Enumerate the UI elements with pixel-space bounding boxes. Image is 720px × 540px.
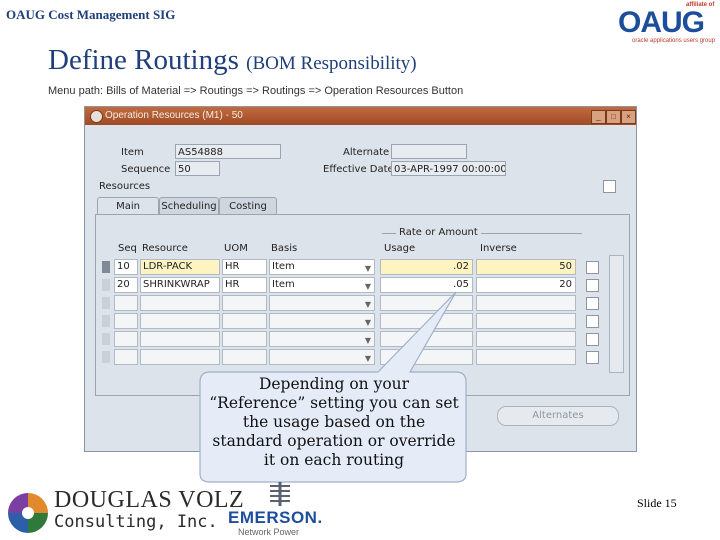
grid-cell-inverse[interactable] [476,331,576,347]
grid-cell-inverse[interactable] [476,349,576,365]
item-field[interactable]: AS54888 [175,144,281,159]
maximize-icon[interactable]: □ [606,110,621,124]
callout-line: Depending on your [258,375,410,393]
sig-title: OAUG Cost Management SIG [6,7,176,22]
callout-text: Depending on your “Reference” setting yo… [200,375,468,470]
window-app-icon [90,110,103,123]
menu-path: Menu path: Bills of Material => Routings… [48,85,464,97]
col-header-usage: Usage [384,243,416,254]
page-title: Define Routings (BOM Responsibility) [48,44,417,77]
row-checkbox[interactable] [586,351,599,364]
row-indicator[interactable] [102,279,110,291]
close-icon[interactable]: × [621,110,636,124]
row-checkbox[interactable] [586,279,599,292]
douglas-volz-logo-icon [8,493,48,533]
oaug-logo-tagline: oracle applications users group [632,38,716,44]
company-name-line1: DOUGLAS VOLZ [54,487,245,513]
alternate-label: Alternate [343,147,390,158]
col-header-seq: Seq [118,243,137,254]
grid-cell-seq[interactable] [114,313,138,329]
row-indicator[interactable] [102,351,110,363]
grid-cell-resource[interactable]: LDR-PACK [140,259,220,275]
page-title-main: Define Routings [48,44,239,76]
sequence-label: Sequence [121,164,171,175]
grid-cell-usage[interactable]: .02 [380,259,473,275]
row-indicator[interactable] [102,315,110,327]
callout-line: standard operation or override [212,432,456,450]
grid-scrollbar[interactable] [609,255,624,373]
effective-date-field[interactable]: 03-APR-1997 00:00:00 [391,161,506,176]
grid-cell-seq[interactable]: 20 [114,277,138,293]
partner-sub: Network Power [238,527,300,537]
item-label: Item [121,147,144,158]
row-checkbox[interactable] [586,315,599,328]
grid-cell-inverse[interactable] [476,295,576,311]
resources-checkbox[interactable] [603,180,616,193]
row-checkbox[interactable] [586,333,599,346]
row-indicator[interactable] [102,261,110,273]
col-header-resource: Resource [142,243,188,254]
row-checkbox[interactable] [586,297,599,310]
oaug-logo-affiliate: affiliate of [686,2,715,8]
callout-line: the usage based on the [242,413,426,431]
grid-cell-uom[interactable]: HR [222,259,267,275]
grid-cell-seq[interactable] [114,349,138,365]
grid-cell-inverse[interactable]: 50 [476,259,576,275]
grid-cell-inverse[interactable] [476,313,576,329]
minimize-icon[interactable]: _ [591,110,606,124]
tab-costing[interactable]: Costing [219,197,277,215]
dropdown-arrow-icon[interactable]: ▼ [365,262,371,274]
col-header-inverse: Inverse [480,243,517,254]
rate-group-label: Rate or Amount [396,227,481,238]
effective-date-label: Effective Date [323,164,394,175]
grid-cell-seq[interactable]: 10 [114,259,138,275]
col-header-basis: Basis [271,243,298,254]
page-title-sub: (BOM Responsibility) [246,53,417,74]
window-title-bar[interactable]: Operation Resources (M1) - 50 _ □ × [85,107,636,125]
callout-line: “Reference” setting you can set [209,394,459,412]
emerson-logo-icon [270,482,290,506]
tab-scheduling[interactable]: Scheduling [159,197,219,215]
partner-name: EMERSON. [228,508,323,527]
alternates-button[interactable]: Alternates [497,406,619,426]
tab-main[interactable]: Main [97,197,159,215]
col-header-uom: UOM [224,243,248,254]
grid-cell-inverse[interactable]: 20 [476,277,576,293]
callout-line: it on each routing [263,451,405,469]
row-indicator[interactable] [102,297,110,309]
sequence-field[interactable]: 50 [175,161,220,176]
oaug-logo-letters: OAUG [618,6,705,39]
grid-cell-seq[interactable] [114,331,138,347]
row-indicator[interactable] [102,333,110,345]
slide-number: Slide 15 [637,496,677,510]
row-checkbox[interactable] [586,261,599,274]
window-title: Operation Resources (M1) - 50 [105,110,243,121]
company-name-line2: Consulting, Inc. [54,512,218,532]
grid-cell-seq[interactable] [114,295,138,311]
alternate-field[interactable] [391,144,467,159]
resources-label: Resources [99,181,151,192]
grid-cell-basis[interactable]: Item ▼ [269,259,375,275]
